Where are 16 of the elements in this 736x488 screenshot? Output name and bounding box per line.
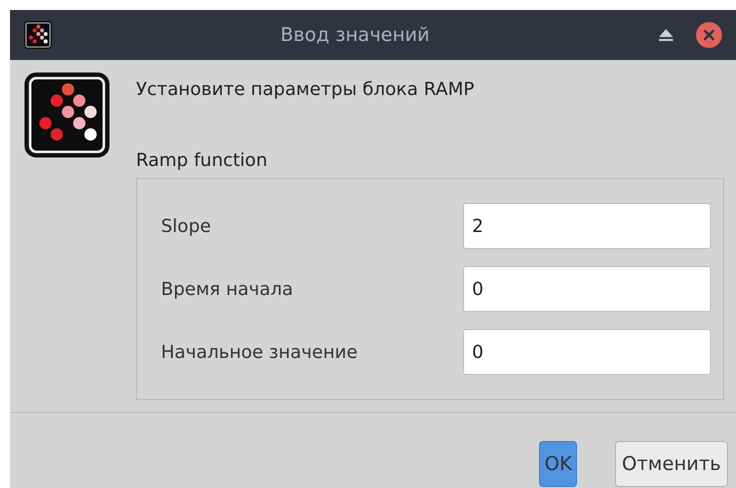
input-field[interactable]: 2 xyxy=(463,203,711,249)
eject-icon[interactable] xyxy=(658,28,674,42)
message-text: Установите параметры блока RAMP xyxy=(136,78,476,102)
input-field[interactable]: 0 xyxy=(463,329,711,375)
field-label: Время начала xyxy=(161,278,294,302)
close-icon xyxy=(703,29,715,41)
app-icon xyxy=(24,21,52,49)
field-label: Slope xyxy=(161,214,212,238)
block-icon xyxy=(24,72,110,158)
window-title: Ввод значений xyxy=(279,22,431,48)
close-button[interactable] xyxy=(696,22,722,48)
dialog-button[interactable]: OK xyxy=(539,441,577,487)
field-label: Начальное значение xyxy=(161,340,359,364)
input-field[interactable]: 0 xyxy=(463,266,711,312)
dialog-button[interactable]: Отменить xyxy=(614,441,728,487)
group-title: Ramp function xyxy=(136,149,268,173)
